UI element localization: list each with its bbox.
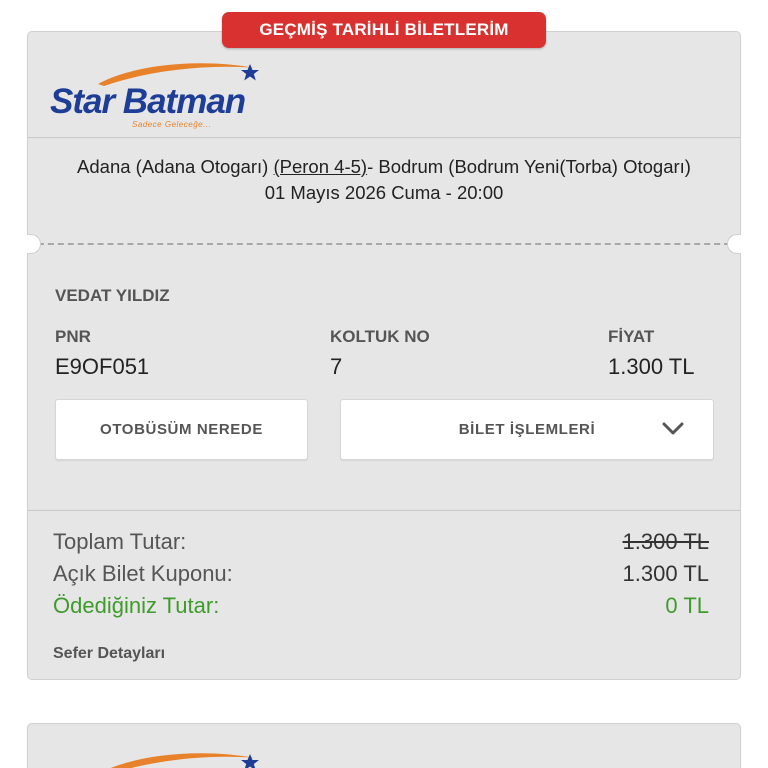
route-destination: - Bodrum (Bodrum Yeni(Torba) Otogarı) xyxy=(367,156,691,177)
price-value: 1.300 TL xyxy=(608,354,695,379)
swoosh-star-icon xyxy=(111,753,259,768)
coupon-value: 1.300 TL xyxy=(622,561,709,586)
brand-logo: Star Batman Sadece Geleceğe... xyxy=(50,60,259,130)
ticket-perforation xyxy=(28,243,740,245)
seat-label: KOLTUK NO xyxy=(330,327,430,346)
pnr-label: PNR xyxy=(55,327,91,346)
ticket-actions-dropdown[interactable]: BİLET İŞLEMLERİ xyxy=(340,399,714,460)
chevron-down-icon xyxy=(662,422,684,435)
bus-location-button[interactable]: OTOBÜSÜM NEREDE xyxy=(55,399,308,460)
total-value: 1.300 TL xyxy=(622,529,709,554)
route-origin: Adana (Adana Otogarı) xyxy=(77,156,269,177)
price-label: FİYAT xyxy=(608,327,655,346)
divider xyxy=(28,137,740,138)
ticket-card-next xyxy=(27,723,741,768)
passenger-name: VEDAT YILDIZ xyxy=(55,286,170,305)
pnr-value: E9OF051 xyxy=(55,354,150,379)
route-datetime: 01 Mayıs 2026 Cuma - 20:00 xyxy=(264,182,504,203)
divider xyxy=(28,510,740,511)
bus-location-button-label: OTOBÜSÜM NEREDE xyxy=(100,421,263,438)
brand-tagline: Sadece Geleceğe... xyxy=(132,120,212,129)
seat-value: 7 xyxy=(330,354,343,379)
page-title-badge: GEÇMİŞ TARİHLİ BİLETLERİM xyxy=(222,12,546,48)
paid-label: Ödediğiniz Tutar: xyxy=(53,593,220,618)
ticket-actions-label: BİLET İŞLEMLERİ xyxy=(458,421,596,438)
trip-details-link[interactable]: Sefer Detayları xyxy=(53,645,165,663)
coupon-label: Açık Bilet Kuponu: xyxy=(53,561,233,586)
ticket-card: Star Batman Sadece Geleceğe... Adana (Ad… xyxy=(27,31,741,680)
ticket-notch-right xyxy=(727,234,741,254)
paid-value: 0 TL xyxy=(665,593,709,618)
total-label: Toplam Tutar: xyxy=(53,529,187,554)
ticket-notch-left xyxy=(27,234,41,254)
route-info: Adana (Adana Otogarı) (Peron 4-5)- Bodru… xyxy=(58,154,710,206)
route-platform-link[interactable]: (Peron 4-5) xyxy=(273,156,367,177)
brand-name: Star Batman xyxy=(50,82,246,121)
